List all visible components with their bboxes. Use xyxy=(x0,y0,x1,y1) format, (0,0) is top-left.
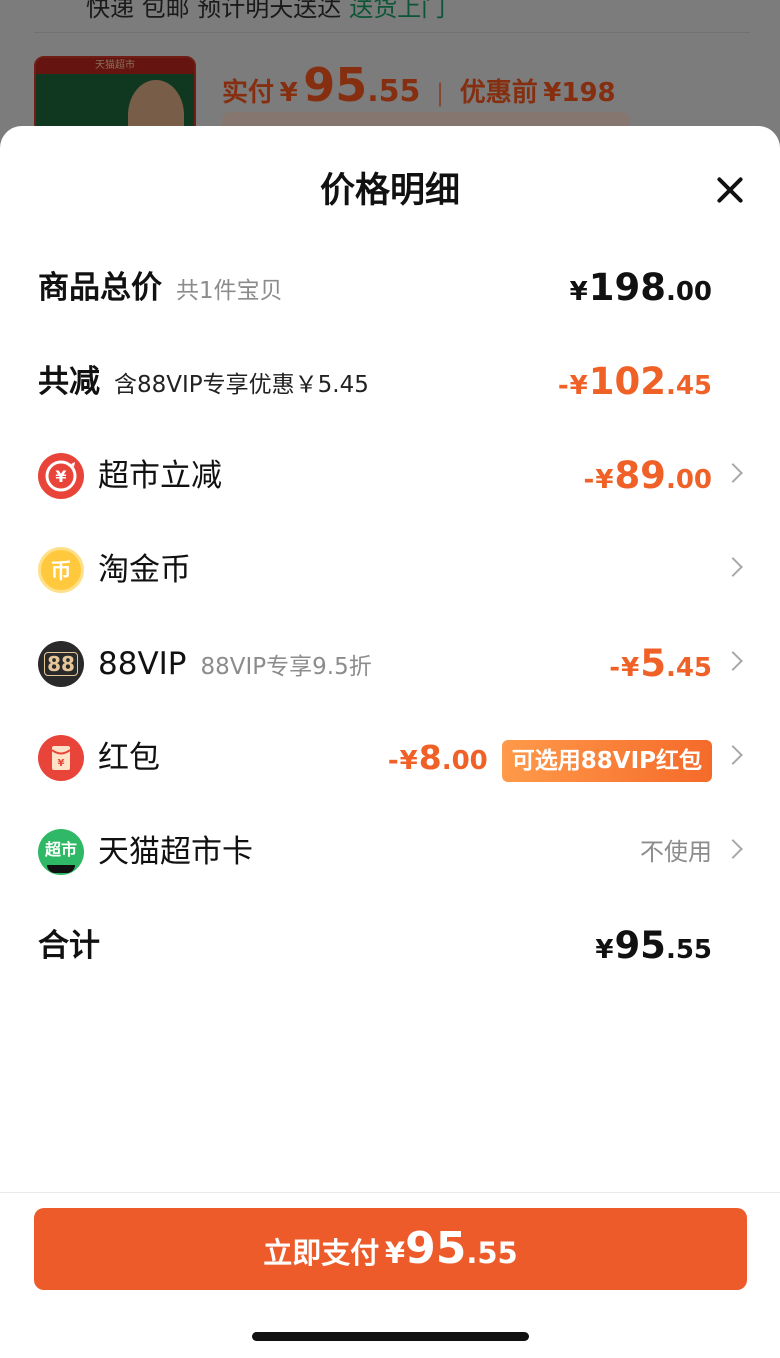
amount-decimal: .55 xyxy=(665,935,712,965)
88vip-icon: 88 xyxy=(38,641,84,687)
yen-discount-icon: ¥ xyxy=(38,453,84,499)
sum-value: ¥95.55 xyxy=(595,924,712,975)
row-sum: 合计 ¥95.55 xyxy=(0,906,780,986)
svg-text:¥: ¥ xyxy=(58,758,65,769)
row-coins[interactable]: 币 淘金币 xyxy=(0,530,780,610)
total-goods-count: 共1件宝贝 xyxy=(176,278,283,304)
currency-symbol: ¥ xyxy=(569,371,588,401)
chevron-right-icon xyxy=(723,463,743,483)
close-icon[interactable] xyxy=(710,170,750,210)
currency-symbol: ¥ xyxy=(399,746,418,776)
amount-decimal: .00 xyxy=(665,277,712,307)
coins-label: 淘金币 xyxy=(98,552,191,588)
supermarket-discount-label: 超市立减 xyxy=(98,458,222,494)
vip-text: 88VIP xyxy=(98,646,187,682)
amount-decimal: .00 xyxy=(441,746,488,776)
amount-decimal: .00 xyxy=(665,465,712,495)
total-goods-label: 商品总价 共1件宝贝 xyxy=(38,268,283,311)
vip-value: -¥5.45 xyxy=(609,642,712,693)
red-packet-icon: ¥ xyxy=(38,735,84,781)
price-detail-sheet: 价格明细 商品总价 共1件宝贝 ¥198.00 共减 含88VIP专享优惠￥5.45… xyxy=(0,126,780,1358)
amount-integer: 89 xyxy=(614,454,666,497)
minus-sign: - xyxy=(583,465,595,495)
red-packet-value: -¥8.00 可选用88VIP红包 xyxy=(388,736,712,786)
currency-symbol: ¥ xyxy=(569,277,588,307)
row-total-goods: 商品总价 共1件宝贝 ¥198.00 xyxy=(0,248,780,328)
amount-integer: 95 xyxy=(614,924,666,967)
pay-amount-decimal: .55 xyxy=(466,1236,518,1270)
tmall-card-icon: 超市 xyxy=(38,829,84,875)
row-total-discount: 共减 含88VIP专享优惠￥5.45 -¥102.45 xyxy=(0,342,780,422)
supermarket-discount-value: -¥89.00 xyxy=(584,454,712,505)
total-discount-value: -¥102.45 xyxy=(558,360,712,411)
chevron-right-icon xyxy=(723,745,743,765)
pay-amount-integer: 95 xyxy=(405,1223,467,1274)
tmall-card-icon-glyph: 超市 xyxy=(44,840,77,859)
total-goods-text: 商品总价 xyxy=(38,270,162,306)
currency-symbol: ¥ xyxy=(595,465,614,495)
amount-integer: 102 xyxy=(588,360,666,403)
red-packet-label: 红包 xyxy=(98,740,160,776)
total-discount-text: 共减 xyxy=(38,364,100,400)
coin-icon: 币 xyxy=(38,547,84,593)
amount-integer: 8 xyxy=(418,738,442,777)
row-88vip[interactable]: 88 88VIP 88VIP专享9.5折 -¥5.45 xyxy=(0,624,780,704)
sum-label: 合计 xyxy=(38,928,100,964)
home-indicator[interactable] xyxy=(252,1332,529,1341)
row-tmall-card[interactable]: 超市 天猫超市卡 不使用 xyxy=(0,812,780,892)
vip-label: 88VIP 88VIP专享9.5折 xyxy=(98,644,372,687)
vip-red-packet-badge[interactable]: 可选用88VIP红包 xyxy=(501,739,712,782)
pay-currency: ¥ xyxy=(384,1236,406,1270)
coin-icon-glyph: 币 xyxy=(50,559,72,583)
tmall-card-status: 不使用 xyxy=(640,838,712,866)
svg-text:¥: ¥ xyxy=(55,467,66,486)
chevron-right-icon xyxy=(723,651,743,671)
chevron-right-icon xyxy=(723,839,743,859)
cat-face-shape xyxy=(47,865,75,873)
currency-symbol: ¥ xyxy=(621,653,640,683)
minus-sign: - xyxy=(609,653,621,683)
total-discount-note: 含88VIP专享优惠￥5.45 xyxy=(114,372,369,398)
amount-integer: 198 xyxy=(588,266,666,309)
total-discount-label: 共减 含88VIP专享优惠￥5.45 xyxy=(38,362,369,405)
amount-decimal: .45 xyxy=(665,371,712,401)
88vip-icon-glyph: 88 xyxy=(44,652,78,676)
pay-label: 立即支付 xyxy=(263,1236,380,1270)
row-supermarket-discount[interactable]: ¥ 超市立减 -¥89.00 xyxy=(0,436,780,516)
row-red-packet[interactable]: ¥ 红包 -¥8.00 可选用88VIP红包 xyxy=(0,718,780,798)
vip-note: 88VIP专享9.5折 xyxy=(200,654,372,680)
amount-integer: 5 xyxy=(640,642,666,685)
total-goods-value: ¥198.00 xyxy=(570,266,712,317)
minus-sign: - xyxy=(387,746,399,776)
minus-sign: - xyxy=(557,371,569,401)
tmall-card-label: 天猫超市卡 xyxy=(98,834,253,870)
chevron-right-icon xyxy=(723,557,743,577)
sheet-title: 价格明细 xyxy=(319,171,460,211)
amount-decimal: .45 xyxy=(665,653,712,683)
currency-symbol: ¥ xyxy=(595,935,614,965)
pay-now-button[interactable]: 立即支付 ¥95.55 xyxy=(34,1208,747,1290)
footer-divider xyxy=(0,1192,780,1193)
